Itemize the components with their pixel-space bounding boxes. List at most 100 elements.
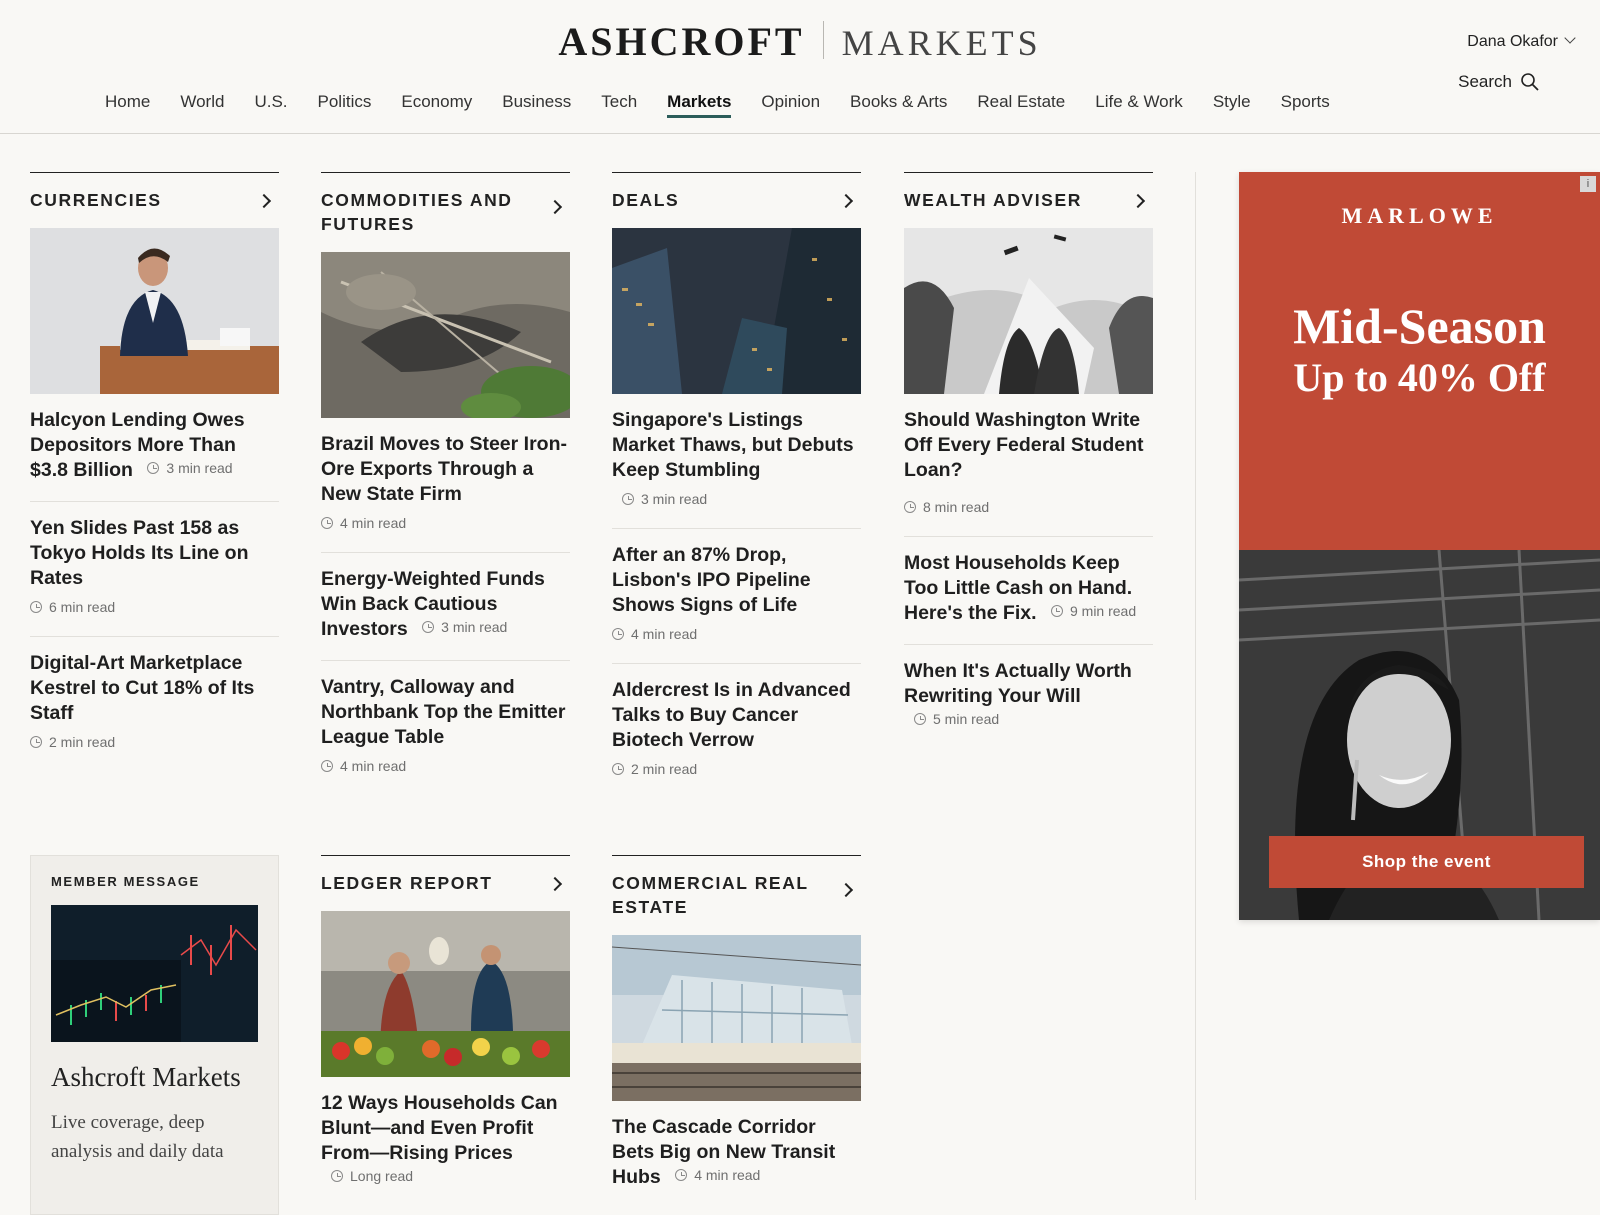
story-item[interactable]: Yen Slides Past 158 as Tokyo Holds Its L… bbox=[30, 502, 279, 637]
clock-icon bbox=[30, 736, 42, 748]
section-title[interactable]: LEDGER REPORT bbox=[321, 871, 546, 895]
nav-economy[interactable]: Economy bbox=[386, 92, 487, 122]
user-menu[interactable]: Dana Okafor bbox=[1467, 32, 1576, 51]
nav-opinion[interactable]: Opinion bbox=[746, 92, 835, 122]
nav-world[interactable]: World bbox=[165, 92, 239, 122]
story-headline[interactable]: Vantry, Calloway and Northbank Top the E… bbox=[321, 675, 570, 750]
section-title[interactable]: CURRENCIES bbox=[30, 188, 255, 212]
member-label: MEMBER MESSAGE bbox=[51, 874, 200, 889]
section-title[interactable]: DEALS bbox=[612, 188, 837, 212]
clock-icon bbox=[30, 601, 42, 613]
clock-icon bbox=[622, 493, 634, 505]
read-time: 4 min read bbox=[321, 515, 406, 531]
mining-site-aerial-photo[interactable] bbox=[321, 252, 570, 418]
ad-brand: MARLOWE bbox=[1341, 203, 1498, 228]
transit-station-photo[interactable] bbox=[612, 935, 861, 1101]
nav-style[interactable]: Style bbox=[1198, 92, 1266, 122]
section-title[interactable]: WEALTH ADVISER bbox=[904, 188, 1129, 212]
businessman-desk-photo[interactable] bbox=[30, 228, 279, 394]
story-headline[interactable]: After an 87% Drop, Lisbon's IPO Pipeline… bbox=[612, 543, 861, 618]
section-currencies: CURRENCIES Halcyon Lending Owes Deposito… bbox=[30, 172, 279, 771]
read-time: 3 min read bbox=[622, 491, 707, 507]
read-time: 4 min read bbox=[675, 1167, 760, 1183]
site-logo[interactable]: ASHCROFT MARKETS bbox=[0, 18, 1600, 65]
clock-icon bbox=[612, 628, 624, 640]
read-time: 4 min read bbox=[612, 626, 697, 642]
nav-us[interactable]: U.S. bbox=[239, 92, 302, 122]
story-headline[interactable]: Singapore's Listings Market Thaws, but D… bbox=[612, 408, 861, 483]
section-title[interactable]: COMMERCIAL REAL ESTATE bbox=[612, 871, 837, 919]
nav-books-arts[interactable]: Books & Arts bbox=[835, 92, 962, 122]
shop-event-button[interactable]: Shop the event bbox=[1269, 836, 1584, 888]
nav-real-estate[interactable]: Real Estate bbox=[962, 92, 1080, 122]
graduation-caps-photo[interactable] bbox=[904, 228, 1153, 394]
member-title[interactable]: Ashcroft Markets bbox=[51, 1062, 258, 1092]
column-divider bbox=[1195, 172, 1196, 1200]
chevron-right-icon[interactable] bbox=[547, 199, 563, 215]
section-deals: DEALS Singapore's Listings Market Thaws,… bbox=[612, 172, 861, 798]
story-item[interactable]: Energy-Weighted Funds Win Back Cautious … bbox=[321, 553, 570, 661]
section-wealth-adviser: WEALTH ADVISER Should Washington Write O… bbox=[904, 172, 1153, 748]
brand-divider bbox=[822, 21, 824, 59]
story-item[interactable]: Singapore's Listings Market Thaws, but D… bbox=[612, 394, 861, 529]
section-header: LEDGER REPORT bbox=[321, 855, 570, 895]
story-headline[interactable]: When It's Actually Worth Rewriting Your … bbox=[904, 659, 1153, 709]
read-time: 4 min read bbox=[321, 758, 406, 774]
clock-icon bbox=[422, 621, 435, 633]
chevron-right-icon[interactable] bbox=[256, 193, 272, 209]
read-time: 3 min read bbox=[147, 460, 233, 476]
section-header: COMMERCIAL REAL ESTATE bbox=[612, 855, 861, 919]
nav-markets[interactable]: Markets bbox=[652, 92, 746, 122]
story-item[interactable]: Brazil Moves to Steer Iron-Ore Exports T… bbox=[321, 418, 570, 553]
clock-icon bbox=[321, 760, 333, 772]
nav-tech[interactable]: Tech bbox=[586, 92, 652, 122]
story-headline[interactable]: 12 Ways Households Can Blunt—and Even Pr… bbox=[321, 1091, 570, 1166]
ad-info-icon[interactable]: i bbox=[1580, 176, 1596, 192]
chevron-right-icon[interactable] bbox=[838, 193, 854, 209]
clock-icon bbox=[612, 763, 624, 775]
search-button[interactable]: Search bbox=[1458, 72, 1540, 92]
chevron-right-icon[interactable] bbox=[547, 876, 563, 892]
nav-home[interactable]: Home bbox=[90, 92, 165, 122]
read-time: 8 min read bbox=[904, 499, 989, 515]
main-nav: Home World U.S. Politics Economy Busines… bbox=[90, 92, 1345, 122]
skyscrapers-night-photo[interactable] bbox=[612, 228, 861, 394]
clock-icon bbox=[1050, 605, 1063, 617]
member-description: Live coverage, deep analysis and daily d… bbox=[51, 1112, 224, 1162]
user-name: Dana Okafor bbox=[1467, 33, 1558, 50]
read-time: 2 min read bbox=[30, 734, 115, 750]
ad-subheadline: Up to 40% Off bbox=[1293, 355, 1546, 400]
masthead: ASHCROFT MARKETS Dana Okafor Search Home … bbox=[0, 0, 1600, 134]
nav-politics[interactable]: Politics bbox=[303, 92, 387, 122]
section-header: CURRENCIES bbox=[30, 172, 279, 212]
advertisement[interactable]: MARLOWE Mid-Season Up to 40% Off i Shop … bbox=[1239, 172, 1600, 920]
story-item[interactable]: Halcyon Lending Owes Depositors More Tha… bbox=[30, 394, 279, 502]
market-stall-photo[interactable] bbox=[321, 911, 570, 1077]
story-headline[interactable]: Yen Slides Past 158 as Tokyo Holds Its L… bbox=[30, 516, 279, 591]
member-message-card[interactable]: MEMBER MESSAGE Ashcroft Markets Live cov… bbox=[30, 855, 279, 1215]
chevron-right-icon[interactable] bbox=[838, 882, 854, 898]
story-item[interactable]: Most Households Keep Too Little Cash on … bbox=[904, 537, 1153, 645]
story-item[interactable]: Aldercrest Is in Advanced Talks to Buy C… bbox=[612, 664, 861, 798]
story-headline[interactable]: Digital-Art Marketplace Kestrel to Cut 1… bbox=[30, 651, 279, 726]
story-item[interactable]: Digital-Art Marketplace Kestrel to Cut 1… bbox=[30, 637, 279, 771]
story-item[interactable]: Should Washington Write Off Every Federa… bbox=[904, 394, 1153, 537]
story-item[interactable]: Vantry, Calloway and Northbank Top the E… bbox=[321, 661, 570, 795]
stock-chart-photo bbox=[51, 905, 258, 1042]
ad-banner[interactable]: MARLOWE Mid-Season Up to 40% Off bbox=[1239, 172, 1600, 550]
story-headline[interactable]: Should Washington Write Off Every Federa… bbox=[904, 408, 1153, 483]
story-item[interactable]: When It's Actually Worth Rewriting Your … bbox=[904, 645, 1153, 748]
nav-life-work[interactable]: Life & Work bbox=[1080, 92, 1198, 122]
clock-icon bbox=[331, 1170, 343, 1182]
nav-sports[interactable]: Sports bbox=[1266, 92, 1345, 122]
story-item[interactable]: The Cascade Corridor Bets Big on New Tra… bbox=[612, 1101, 861, 1208]
story-item[interactable]: After an 87% Drop, Lisbon's IPO Pipeline… bbox=[612, 529, 861, 664]
chevron-right-icon[interactable] bbox=[1130, 193, 1146, 209]
story-item[interactable]: 12 Ways Households Can Blunt—and Even Pr… bbox=[321, 1077, 570, 1205]
ad-headline: Mid-Season bbox=[1293, 298, 1546, 354]
section-title[interactable]: COMMODITIES AND FUTURES bbox=[321, 188, 546, 236]
story-headline[interactable]: Brazil Moves to Steer Iron-Ore Exports T… bbox=[321, 432, 570, 507]
story-headline[interactable]: Aldercrest Is in Advanced Talks to Buy C… bbox=[612, 678, 861, 753]
nav-business[interactable]: Business bbox=[487, 92, 586, 122]
clock-icon bbox=[904, 501, 916, 513]
